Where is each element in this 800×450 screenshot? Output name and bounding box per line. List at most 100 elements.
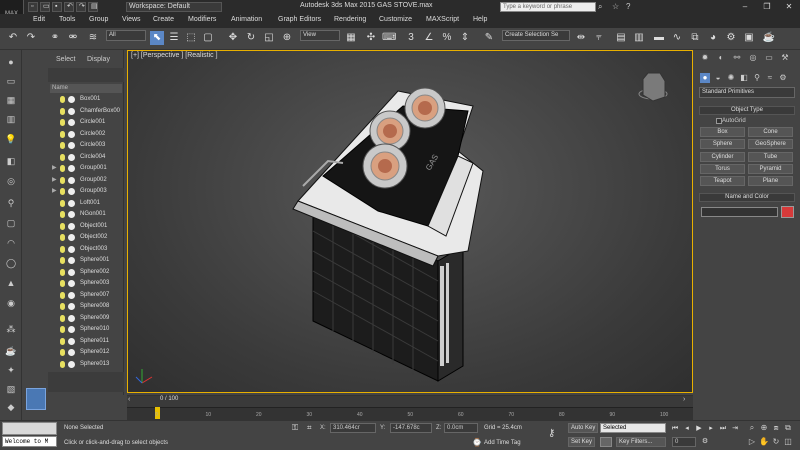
window-crossing-icon[interactable]: ▢: [201, 31, 215, 45]
light-bulb-icon[interactable]: [60, 119, 65, 126]
systems-icon[interactable]: ⚙: [778, 73, 788, 83]
absolute-mode-icon[interactable]: ⌗: [307, 423, 312, 433]
go-to-end-icon[interactable]: ⏭: [718, 424, 728, 434]
freeze-icon[interactable]: [68, 222, 75, 230]
select-place-icon[interactable]: ⊕: [280, 31, 294, 45]
light-bulb-icon[interactable]: [60, 222, 65, 230]
freeze-icon[interactable]: [68, 188, 75, 195]
explorer-item[interactable]: Sphere001: [50, 255, 122, 267]
utilities-tab-icon[interactable]: ⚒: [780, 53, 790, 63]
freeze-icon[interactable]: [68, 211, 75, 218]
primitive-button[interactable]: Teapot: [700, 176, 745, 187]
explorer-item[interactable]: Object001: [50, 221, 122, 233]
explorer-item[interactable]: Sphere002: [50, 267, 122, 279]
viewcube-icon[interactable]: [638, 72, 668, 102]
expand-arrow-icon[interactable]: ▶: [52, 163, 57, 175]
redo-icon[interactable]: ↷: [24, 31, 38, 45]
viewport-layout-tab[interactable]: [26, 388, 46, 410]
explorer-item[interactable]: Object003: [50, 244, 122, 256]
light-bulb-icon[interactable]: [60, 337, 65, 345]
explorer-item[interactable]: Sphere003: [50, 278, 122, 290]
undo-icon[interactable]: ↶: [6, 31, 20, 45]
modify-tab-icon[interactable]: ◐: [716, 53, 726, 63]
freeze-icon[interactable]: [68, 337, 75, 345]
primitive-button[interactable]: GeoSphere: [748, 139, 793, 150]
light-bulb-icon[interactable]: [60, 199, 65, 207]
explorer-item[interactable]: Loft001: [50, 198, 122, 210]
explorer-item[interactable]: Sphere008: [50, 301, 122, 313]
explorer-item[interactable]: Sphere009: [50, 313, 122, 325]
zoom-extents-all-icon[interactable]: ⧉: [783, 423, 793, 433]
light-bulb-icon[interactable]: [60, 314, 65, 322]
grid-icon[interactable]: ▥: [4, 112, 18, 126]
edit-named-selection-icon[interactable]: ✎: [482, 31, 496, 45]
render-setup-icon[interactable]: ⚙: [724, 31, 738, 45]
display-tab-icon[interactable]: ▭: [764, 53, 774, 63]
minimize-button[interactable]: –: [734, 0, 756, 14]
add-time-tag[interactable]: Add Time Tag: [484, 440, 521, 446]
menu-modifiers[interactable]: Modifiers: [188, 16, 216, 23]
explorer-item[interactable]: Circle002: [50, 129, 122, 141]
light-bulb-icon[interactable]: [60, 142, 65, 149]
select-move-icon[interactable]: ✥: [226, 31, 240, 45]
percent-snap-icon[interactable]: %: [440, 31, 454, 45]
light-bulb-icon[interactable]: [60, 130, 65, 138]
set-key-button[interactable]: Set Key: [568, 437, 596, 447]
menu-animation[interactable]: Animation: [231, 16, 262, 23]
zoom-icon[interactable]: ⌕: [747, 423, 757, 433]
primitive-button[interactable]: Sphere: [700, 139, 745, 150]
field-of-view-icon[interactable]: ▷: [747, 437, 757, 447]
primitive-category-dropdown[interactable]: Standard Primitives: [699, 87, 795, 98]
primitive-button[interactable]: Plane: [748, 176, 793, 187]
z-coordinate-field[interactable]: 0.0cm: [444, 423, 478, 433]
keyboard-shortcut-icon[interactable]: ⌨: [382, 31, 396, 45]
light-bulb-icon[interactable]: [60, 326, 65, 333]
reference-coordinate-dropdown[interactable]: View: [300, 30, 340, 41]
menu-views[interactable]: Views: [122, 16, 141, 23]
prev-frame-icon[interactable]: ‹: [128, 396, 136, 406]
create-tab-icon[interactable]: ✹: [700, 53, 710, 63]
primitive-button[interactable]: Cone: [748, 127, 793, 137]
previous-frame-icon[interactable]: ◂: [682, 424, 692, 434]
expand-arrow-icon[interactable]: ▶: [52, 175, 57, 187]
primitive-button[interactable]: Cylinder: [700, 151, 745, 162]
search-input[interactable]: Type a keyword or phrase: [500, 2, 596, 12]
perspective-viewport[interactable]: GAS: [127, 50, 693, 393]
help-star-icon[interactable]: ☆: [612, 2, 619, 11]
freeze-icon[interactable]: [68, 257, 75, 264]
toggle-scene-explorer-icon[interactable]: ▤: [614, 31, 628, 45]
select-by-name-icon[interactable]: ☰: [167, 31, 181, 45]
time-tag-icon[interactable]: ⌚: [472, 438, 482, 447]
freeze-icon[interactable]: [68, 96, 75, 103]
binoculars-icon[interactable]: ⌕: [598, 2, 602, 12]
menu-help[interactable]: Help: [473, 16, 487, 23]
viewport-layout-icon[interactable]: ▧: [4, 382, 18, 396]
panel-icon[interactable]: ▦: [4, 93, 18, 107]
maxscript-listener[interactable]: Welcome to M: [2, 436, 57, 447]
light-bulb-icon[interactable]: 💡: [4, 132, 18, 146]
explorer-item[interactable]: Sphere012: [50, 347, 122, 359]
spinner-snap-icon[interactable]: ⇕: [458, 31, 472, 45]
name-and-color-rollout[interactable]: Name and Color: [699, 193, 795, 202]
menu-graph-editors[interactable]: Graph Editors: [278, 16, 321, 23]
explorer-item[interactable]: Box001: [50, 94, 122, 106]
freeze-icon[interactable]: [68, 349, 75, 356]
explorer-item[interactable]: Circle004: [50, 152, 122, 164]
explorer-item[interactable]: Object002: [50, 232, 122, 244]
key-mode-toggle-icon[interactable]: ⇥: [730, 424, 740, 434]
rectangle-icon[interactable]: ▭: [4, 74, 18, 88]
help-question-icon[interactable]: ?: [626, 2, 630, 11]
menu-edit[interactable]: Edit: [33, 16, 45, 23]
unlink-icon[interactable]: ⚮: [66, 31, 80, 45]
explorer-item[interactable]: ▶ Group001: [50, 163, 122, 175]
freeze-icon[interactable]: [68, 360, 75, 368]
pivot-center-icon[interactable]: ▦: [344, 31, 358, 45]
freeze-icon[interactable]: [68, 245, 75, 253]
material-editor-icon[interactable]: ◕: [706, 31, 720, 45]
light-bulb-icon[interactable]: [60, 245, 65, 253]
spacewarps-icon[interactable]: ≈: [765, 73, 775, 83]
light-bulb-icon[interactable]: [60, 153, 65, 161]
particle-icon[interactable]: ⁂: [4, 322, 18, 336]
key-filters-button[interactable]: Key Filters...: [616, 437, 666, 447]
object-color-swatch[interactable]: [781, 206, 794, 218]
